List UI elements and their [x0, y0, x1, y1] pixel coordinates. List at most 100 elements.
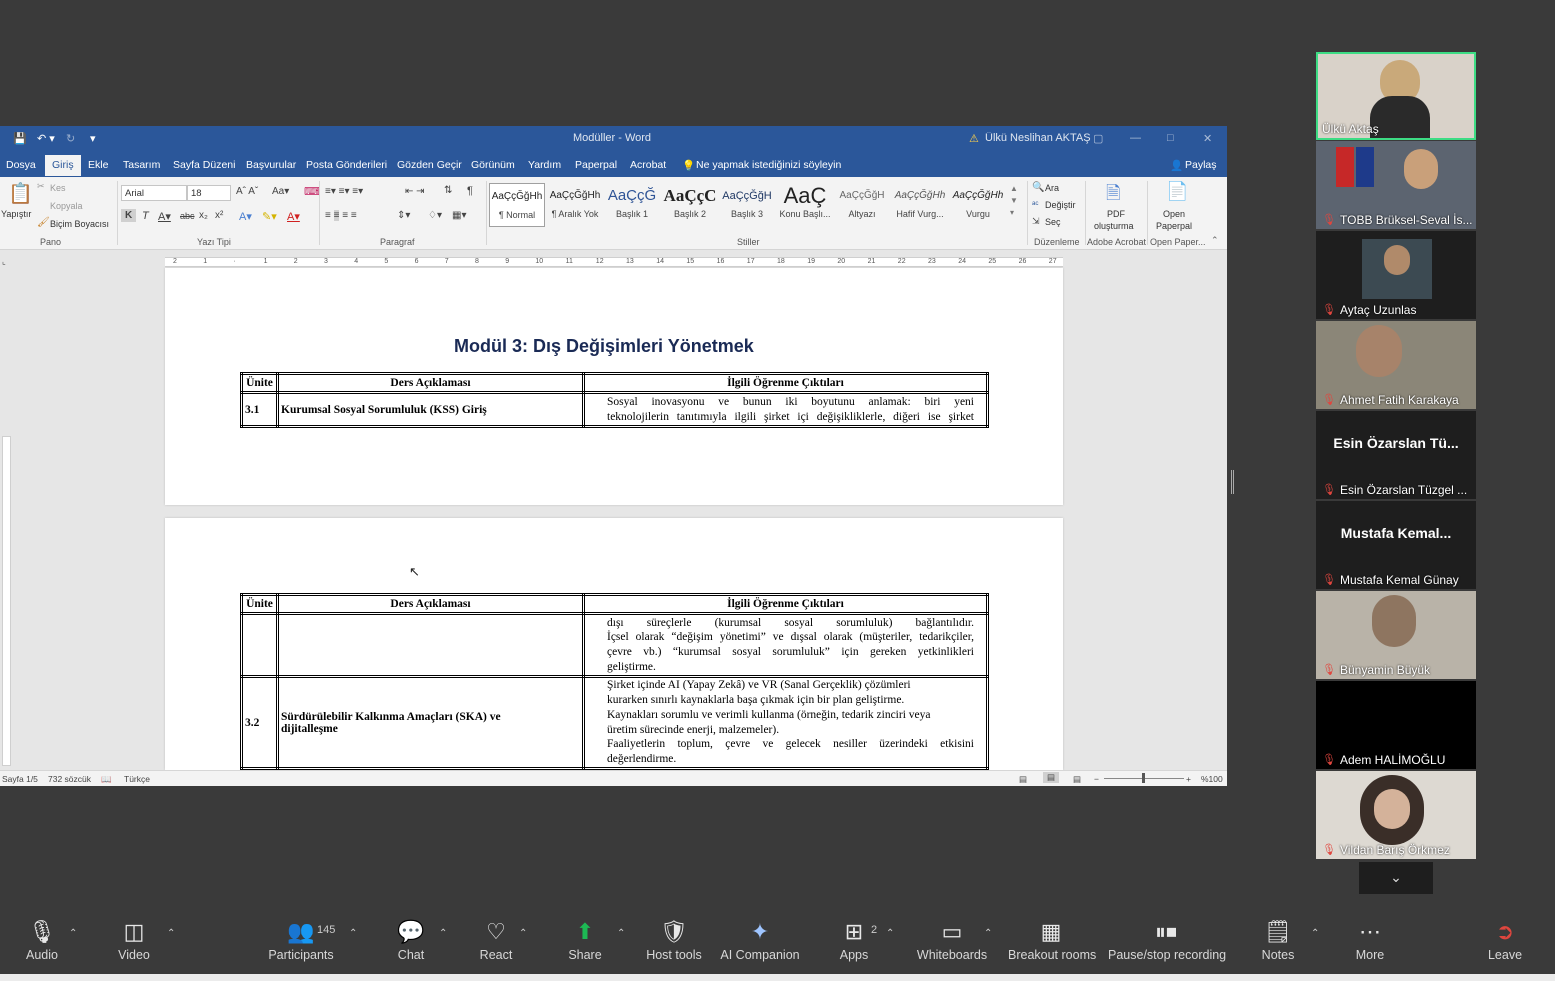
audio-options-chevron[interactable]: ⌃ — [69, 928, 77, 939]
react-options-chevron[interactable]: ⌃ — [519, 928, 527, 939]
share-options-chevron[interactable]: ⌃ — [617, 928, 625, 939]
zoom-out-icon[interactable]: − — [1094, 774, 1099, 784]
tab-yardim[interactable]: Yardım — [528, 159, 561, 171]
shading-icon[interactable]: ♢▾ — [428, 210, 442, 221]
style-title[interactable]: AaÇ Konu Başlı... — [777, 183, 833, 227]
proofing-icon[interactable]: 📖 — [101, 774, 112, 785]
paperpal-button[interactable]: Open — [1163, 209, 1185, 219]
style-heading-1[interactable]: AaÇçĞ Başlık 1 — [604, 183, 660, 227]
bullets-icon[interactable]: ≡▾ ≡▾ ≡▾ — [325, 186, 363, 197]
word-count[interactable]: 732 sözcük — [48, 774, 91, 784]
video-tile[interactable]: 🎙 Aytaç Uzunlas — [1316, 231, 1476, 319]
recording-button[interactable]: ⏸⏹ Pause/stop recording — [1108, 916, 1226, 962]
save-icon[interactable]: 💾 — [13, 132, 27, 145]
italic-icon[interactable]: T — [142, 210, 149, 222]
style-heading-3[interactable]: AaÇçĞğH Başlık 3 — [719, 183, 775, 227]
line-spacing-icon[interactable]: ⇕▾ — [397, 210, 410, 221]
tab-gorunum[interactable]: Görünüm — [471, 159, 515, 171]
tab-gozden-gecir[interactable]: Gözden Geçir — [397, 159, 462, 171]
superscript-icon[interactable]: x² — [215, 210, 223, 221]
zoom-in-icon[interactable]: + — [1186, 774, 1191, 784]
notes-options-chevron[interactable]: ⌃ — [1311, 928, 1319, 939]
splitter-handle[interactable] — [1231, 470, 1234, 494]
table-2[interactable]: Ünite Ders Açıklaması İlgili Öğrenme Çık… — [240, 593, 989, 770]
style-subtle-emphasis[interactable]: AaÇçĞğHh Hafif Vurg... — [892, 183, 948, 227]
paste-button[interactable]: Yapıştır — [1, 209, 31, 219]
cut-icon[interactable]: ✂ — [37, 181, 45, 192]
borders-icon[interactable]: ▦▾ — [452, 210, 466, 221]
video-tile[interactable]: Esin Özarslan Tü... 🎙 Esin Özarslan Tüzg… — [1316, 411, 1476, 499]
breakout-rooms-button[interactable]: ▦ Breakout rooms — [1008, 916, 1096, 962]
style-emphasis[interactable]: AaÇçĞğHh Vurgu — [950, 183, 1006, 227]
zoom-slider-thumb[interactable] — [1142, 773, 1145, 783]
tab-sayfa-duzeni[interactable]: Sayfa Düzeni — [173, 159, 235, 171]
share-button[interactable]: Paylaş — [1185, 159, 1217, 171]
whiteboards-button[interactable]: ▭ Whiteboards — [916, 916, 988, 962]
pdf-icon[interactable]: 🗎 — [1106, 181, 1120, 211]
video-tile[interactable]: 🎙 Adem HALİMOĞLU — [1316, 681, 1476, 769]
video-tile[interactable]: 🎙 Bünyamin Büyük — [1316, 591, 1476, 679]
tab-basvurular[interactable]: Başvurular — [246, 159, 296, 171]
video-tile[interactable]: Mustafa Kemal... 🎙 Mustafa Kemal Günay — [1316, 501, 1476, 589]
participants-button[interactable]: 👥 Participants — [266, 916, 336, 962]
notes-button[interactable]: 🗒 Notes — [1258, 916, 1298, 962]
styles-scroll-icon[interactable]: ▲ ▼ ▾ — [1010, 183, 1018, 219]
audio-button[interactable]: 🎙 Audio — [22, 916, 62, 962]
participants-options-chevron[interactable]: ⌃ — [349, 928, 357, 939]
tab-posta[interactable]: Posta Gönderileri — [306, 159, 387, 171]
chevron-down-icon[interactable]: ⌄ — [1359, 862, 1433, 894]
tab-dosya[interactable]: Dosya — [6, 159, 36, 171]
whiteboards-options-chevron[interactable]: ⌃ — [984, 928, 992, 939]
video-tile-active[interactable]: Ülkü Aktaş — [1316, 52, 1476, 140]
replace-button[interactable]: Değiştir — [1045, 200, 1076, 210]
align-icons[interactable]: ≡ ≡ ≡ ≡ — [325, 210, 357, 221]
style-heading-2[interactable]: AaÇçC Başlık 2 — [662, 183, 718, 227]
table-1[interactable]: Ünite Ders Açıklaması İlgili Öğrenme Çık… — [240, 372, 989, 428]
minimize-icon[interactable]: — — [1130, 132, 1141, 144]
pilcrow-icon[interactable]: ¶ — [467, 185, 473, 197]
copy-button[interactable]: Kopyala — [50, 201, 83, 211]
page-1[interactable]: Modül 3: Dış Değişimleri Yönetmek Ünite … — [165, 268, 1063, 505]
undo-icon[interactable]: ↶ ▾ — [37, 132, 55, 145]
tab-selector-icon[interactable]: ⌞ — [2, 257, 6, 266]
underline-icon[interactable]: A▾ — [158, 210, 171, 223]
clear-format-icon[interactable]: ⌨ — [304, 185, 320, 198]
maximize-icon[interactable]: □ — [1167, 132, 1174, 144]
select-icon[interactable]: ⇲ — [1032, 216, 1040, 227]
format-painter-button[interactable]: Biçim Boyacısı — [50, 219, 109, 229]
leave-button[interactable]: ➲ Leave — [1485, 916, 1525, 962]
more-button[interactable]: ⋯ More — [1350, 916, 1390, 962]
document-title[interactable]: Modül 3: Dış Değişimleri Yönetmek — [454, 336, 754, 357]
video-button[interactable]: ◫ Video — [112, 916, 156, 962]
format-painter-icon[interactable]: 🖌 — [37, 217, 50, 228]
page-count[interactable]: Sayfa 1/5 — [2, 774, 38, 784]
find-icon[interactable]: 🔍 — [1032, 182, 1044, 193]
style-subtitle[interactable]: AaÇçĞğH Altyazı — [834, 183, 890, 227]
subscript-icon[interactable]: x₂ — [199, 210, 208, 221]
ribbon-display-icon[interactable]: ▢ — [1093, 132, 1103, 145]
tab-ekle[interactable]: Ekle — [88, 159, 108, 171]
tab-acrobat[interactable]: Acrobat — [630, 159, 666, 171]
replace-icon[interactable]: ᵃᶜ — [1032, 199, 1039, 209]
find-button[interactable]: Ara — [1045, 183, 1059, 193]
apps-button[interactable]: ⊞ Apps — [836, 916, 872, 962]
sort-icon[interactable]: ⇅ — [444, 185, 452, 196]
page-2[interactable]: ↖ Ünite Ders Açıklaması İlgili Öğrenme Ç… — [165, 518, 1063, 770]
video-tile[interactable]: 🎙 Vildan Barış Örkmez — [1316, 771, 1476, 859]
font-name-select[interactable]: Arial — [121, 185, 187, 201]
language[interactable]: Türkçe — [124, 774, 150, 784]
user-name[interactable]: Ülkü Neslihan AKTAŞ — [985, 132, 1091, 144]
select-button[interactable]: Seç — [1045, 217, 1061, 227]
collapse-ribbon-icon[interactable]: ⌃ — [1211, 235, 1219, 246]
font-size-select[interactable]: 18 — [187, 185, 231, 201]
apps-options-chevron[interactable]: ⌃ — [886, 928, 894, 939]
pdf-button[interactable]: PDF — [1107, 209, 1125, 219]
indent-icon[interactable]: ⇤ ⇥ — [405, 186, 425, 197]
react-button[interactable]: ♡ React — [476, 916, 516, 962]
zoom-level[interactable]: %100 — [1201, 774, 1223, 784]
close-icon[interactable]: ✕ — [1203, 132, 1212, 145]
video-tile[interactable]: 🎙 Ahmet Fatih Karakaya — [1316, 321, 1476, 409]
redo-icon[interactable]: ↻ — [66, 132, 75, 145]
style-normal[interactable]: AaÇçĞğHh ¶ Normal — [489, 183, 545, 227]
paperpal-icon[interactable]: 📄 — [1166, 181, 1188, 202]
